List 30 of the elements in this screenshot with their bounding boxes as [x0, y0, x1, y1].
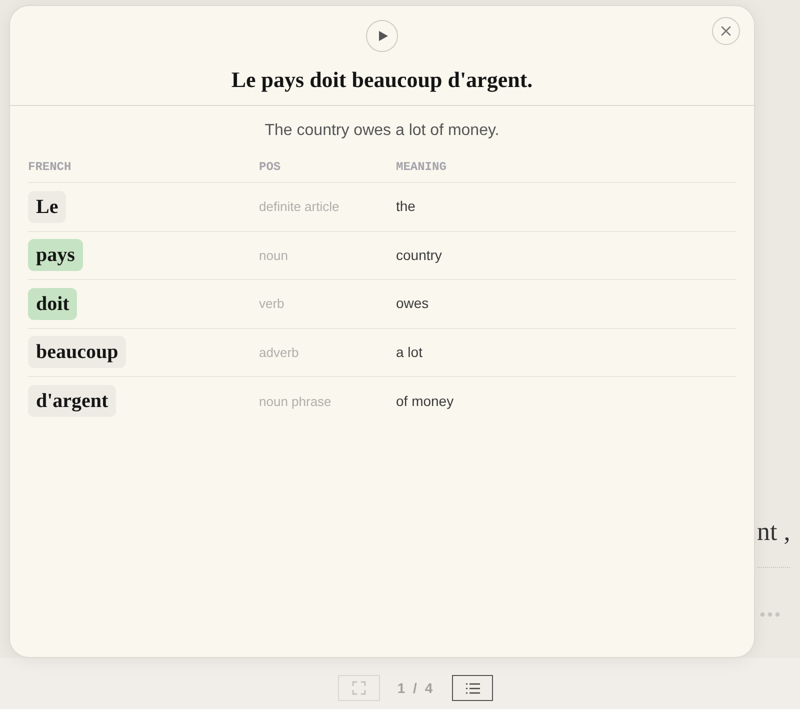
- french-word[interactable]: d'argent: [28, 385, 116, 418]
- play-button[interactable]: [366, 20, 398, 52]
- part-of-speech: noun: [259, 246, 288, 264]
- word-meaning: of money: [396, 392, 454, 411]
- fullscreen-icon: [352, 681, 366, 695]
- page-indicator: 1 / 4: [396, 678, 436, 698]
- column-header: FRENCH: [28, 158, 72, 176]
- part-of-speech: verb: [259, 295, 284, 313]
- column-header: POS: [259, 158, 281, 176]
- sentence-translation: The country owes a lot of money.: [264, 121, 500, 141]
- french-word[interactable]: pays: [28, 239, 83, 272]
- play-icon: [378, 31, 388, 41]
- sentence-fragment: nt ,: [757, 517, 790, 547]
- list-icon: [466, 682, 480, 694]
- word-meaning: the: [396, 197, 416, 216]
- ellipsis-icon: [760, 612, 780, 617]
- part-of-speech: definite article: [259, 198, 340, 216]
- french-word[interactable]: Le: [28, 190, 66, 223]
- list-button[interactable]: [452, 675, 493, 701]
- word-meaning: country: [396, 246, 442, 265]
- french-word[interactable]: doit: [28, 288, 78, 320]
- column-header: MEANING: [396, 158, 446, 176]
- close-button[interactable]: [712, 17, 740, 45]
- close-icon: [721, 26, 731, 36]
- part-of-speech: adverb: [259, 344, 299, 362]
- word-meaning: owes: [396, 294, 429, 314]
- part-of-speech: noun phrase: [259, 392, 332, 411]
- sentence-title: Le pays doit beaucoup d'argent.: [231, 66, 533, 94]
- french-word[interactable]: beaucoup: [28, 336, 126, 368]
- word-meaning: a lot: [396, 342, 422, 362]
